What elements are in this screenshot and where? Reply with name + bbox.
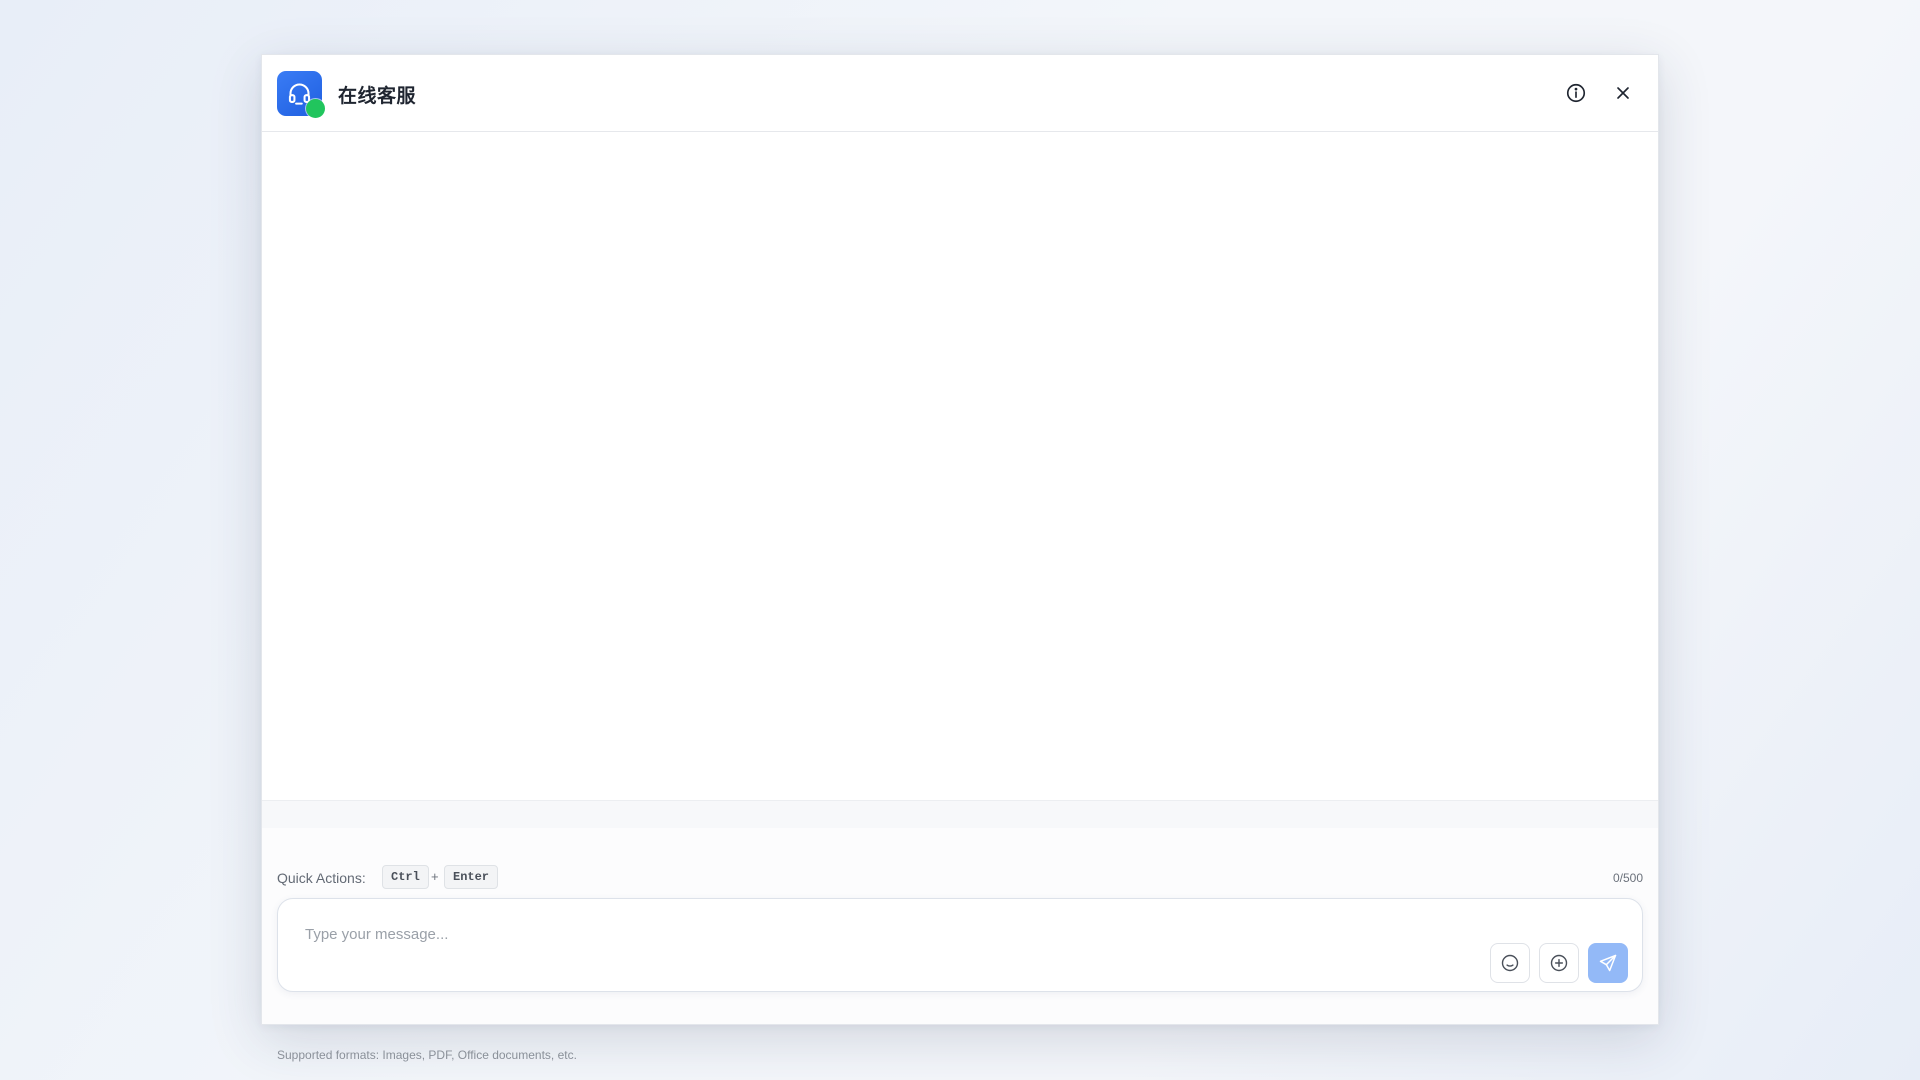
chat-header: 在线客服: [262, 55, 1658, 132]
composer-divider: [262, 800, 1658, 828]
chat-title: 在线客服: [338, 86, 417, 107]
online-status-dot: [306, 99, 325, 118]
message-input[interactable]: [305, 921, 1505, 947]
send-icon: [1599, 954, 1617, 972]
plus-circle-icon: [1550, 954, 1568, 972]
quick-actions-label: Quick Actions:: [277, 870, 366, 886]
info-icon: [1566, 83, 1586, 103]
info-button[interactable]: [1563, 80, 1589, 106]
message-area[interactable]: [262, 132, 1658, 800]
chat-window: 在线客服 Quick Actions: Ctrl + Enter 0/500 T…: [261, 54, 1659, 1062]
shortcut-key-ctrl: Ctrl: [382, 865, 429, 889]
close-button[interactable]: [1610, 80, 1636, 106]
close-icon: [1617, 87, 1629, 99]
composer: Quick Actions: Ctrl + Enter 0/500 Type y…: [262, 828, 1658, 1062]
attach-button[interactable]: [1539, 943, 1579, 983]
shortcut-key-enter: Enter: [444, 865, 499, 889]
character-count: 0/500: [1612, 871, 1643, 885]
emoji-button[interactable]: [1490, 943, 1530, 983]
smile-icon: [1501, 954, 1519, 972]
supported-formats-note: Supported formats: Images, PDF, Office d…: [277, 1048, 577, 1062]
message-input-box: [277, 898, 1643, 992]
send-button[interactable]: [1588, 943, 1628, 983]
shortcut-plus: +: [431, 869, 439, 884]
